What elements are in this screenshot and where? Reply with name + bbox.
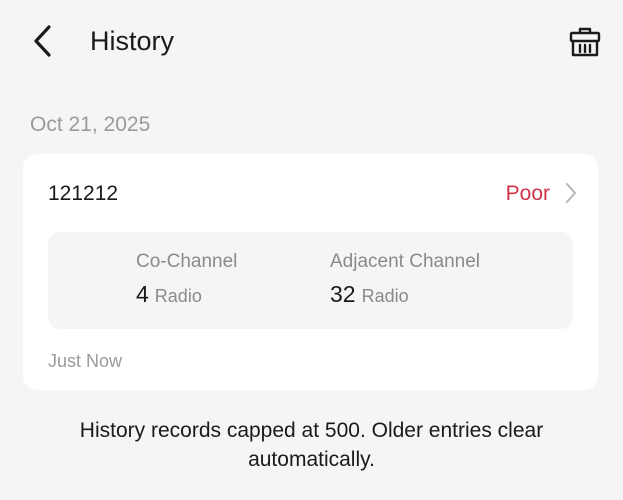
chevron-right-icon [564, 181, 578, 205]
header: History [0, 0, 623, 84]
clear-history-button[interactable] [566, 22, 604, 60]
co-channel-unit: Radio [154, 286, 202, 306]
trash-basket-icon [569, 27, 601, 57]
back-button[interactable] [26, 22, 58, 60]
co-channel-label: Co-Channel [136, 251, 238, 272]
chevron-left-icon [34, 25, 51, 57]
co-channel-stat: Co-Channel 4 Radio [136, 250, 237, 310]
adjacent-channel-label: Adjacent Channel [330, 251, 480, 272]
history-limit-note: History records capped at 500. Older ent… [79, 419, 544, 471]
adjacent-channel-stat: Adjacent Channel 32 Radio [330, 250, 480, 310]
record-timestamp: Just Now [48, 351, 123, 371]
status-badge: Poor [505, 182, 550, 205]
interference-stats: Co-Channel 4 Radio Adjacent Channel 32 Rad… [48, 232, 573, 329]
adjacent-channel-unit: Radio [361, 286, 409, 306]
record-name: 121212 [48, 182, 119, 205]
history-record-card[interactable]: 121212 Poor Co-Channel 4 Radio Adjacent C… [23, 154, 598, 390]
date-group-label: Oct 21, 2025 [30, 113, 151, 136]
page-title: History [90, 26, 175, 56]
co-channel-value: 4 [136, 281, 149, 307]
adjacent-channel-value: 32 [330, 281, 356, 307]
